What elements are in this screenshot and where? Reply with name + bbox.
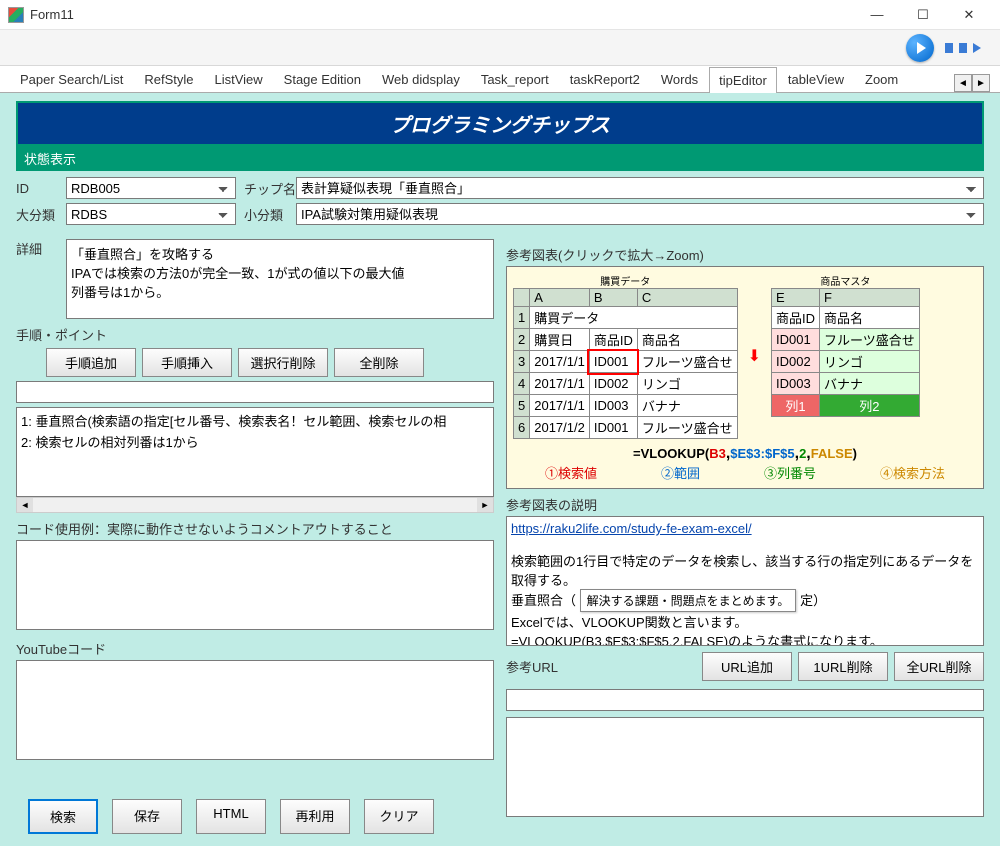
url-delall-button[interactable]: 全URL削除 <box>894 652 984 681</box>
save-button[interactable]: 保存 <box>112 799 182 834</box>
smallcat-label: 小分類 <box>236 205 296 224</box>
detail-textarea[interactable] <box>66 239 494 319</box>
url-del1-button[interactable]: 1URL削除 <box>798 652 888 681</box>
minimize-button[interactable]: — <box>854 0 900 30</box>
tab-scroll-right[interactable]: ► <box>972 74 990 92</box>
largecat-select[interactable]: RDBS <box>66 203 236 225</box>
tab-listview[interactable]: ListView <box>204 66 272 92</box>
scroll-left-icon[interactable]: ◄ <box>17 498 33 512</box>
main-panel: プログラミングチップス 状態表示 ID RDB005 チップ名 表計算疑似表現「… <box>0 93 1000 846</box>
smallcat-select[interactable]: IPA試験対策用疑似表現 <box>296 203 984 225</box>
procedure-label: 手順・ポイント <box>16 325 494 344</box>
url-input[interactable] <box>506 689 984 711</box>
media-toolbar <box>0 30 1000 66</box>
window-title: Form11 <box>30 7 854 22</box>
formula-legend: ①検索値 ②範囲 ③列番号 ④検索方法 <box>513 463 977 482</box>
tab-tableview[interactable]: tableView <box>778 66 854 92</box>
url-list[interactable] <box>506 717 984 817</box>
procedure-insert-button[interactable]: 手順挿入 <box>142 348 232 377</box>
window-titlebar: Form11 — ☐ ✕ <box>0 0 1000 30</box>
tab-tipeditor[interactable]: tipEditor <box>709 67 777 93</box>
id-select[interactable]: RDB005 <box>66 177 236 199</box>
chipname-label: チップ名 <box>236 179 296 198</box>
page-banner: プログラミングチップス <box>16 101 984 146</box>
tab-taskreport2[interactable]: taskReport2 <box>560 66 650 92</box>
play-icon[interactable] <box>906 34 934 62</box>
arrow-icon: ⬇ <box>748 346 761 366</box>
procedure-delrow-button[interactable]: 選択行削除 <box>238 348 328 377</box>
pause-icon[interactable] <box>945 43 953 53</box>
youtube-textarea[interactable] <box>16 660 494 760</box>
procedure-list[interactable]: 1: 垂直照合(検索語の指定[セル番号、検索表名！セル範囲、検索セルの相 2: … <box>16 407 494 497</box>
tab-scroll-left[interactable]: ◄ <box>954 74 972 92</box>
tab-words[interactable]: Words <box>651 66 708 92</box>
codeexample-label: コード使用例：実際に動作させないようコメントアウトすること <box>16 519 494 538</box>
id-label: ID <box>16 181 66 196</box>
refdesc-label: 参考図表の説明 <box>506 495 984 514</box>
codeexample-textarea[interactable] <box>16 540 494 630</box>
ref-left-table: ABC 1購買データ 2購買日商品ID商品名 32017/1/1ID001フルー… <box>513 288 738 439</box>
refimage-label: 参考図表(クリックで拡大→Zoom) <box>506 245 984 264</box>
scroll-right-icon[interactable]: ► <box>477 498 493 512</box>
ref-left-title: 購買データ <box>513 273 738 288</box>
url-add-button[interactable]: URL追加 <box>702 652 792 681</box>
search-button[interactable]: 検索 <box>28 799 98 834</box>
ref-right-title: 商品マスタ <box>771 273 920 288</box>
procedure-add-button[interactable]: 手順追加 <box>46 348 136 377</box>
close-button[interactable]: ✕ <box>946 0 992 30</box>
tab-stage-edition[interactable]: Stage Edition <box>274 66 371 92</box>
refdesc-link[interactable]: https://raku2life.com/study-fe-exam-exce… <box>511 521 752 536</box>
tab-web-display[interactable]: Web didsplay <box>372 66 470 92</box>
status-bar: 状態表示 <box>16 146 984 171</box>
stop-icon[interactable] <box>959 43 967 53</box>
tab-refstyle[interactable]: RefStyle <box>134 66 203 92</box>
refdesc-text: 検索範囲の1行目で特定のデータを検索し、該当する行の指定列にあるデータを取得する… <box>511 554 973 588</box>
procedure-delall-button[interactable]: 全削除 <box>334 348 424 377</box>
largecat-label: 大分類 <box>16 205 66 224</box>
list-item[interactable]: 2: 検索セルの相対列番は1から <box>19 431 491 452</box>
chipname-select[interactable]: 表計算疑似表現「垂直照合」 <box>296 177 984 199</box>
clear-button[interactable]: クリア <box>364 799 434 834</box>
youtube-label: YouTubeコード <box>16 639 494 658</box>
tab-bar: Paper Search/List RefStyle ListView Stag… <box>0 66 1000 93</box>
bottom-button-bar: 検索 保存 HTML 再利用 クリア <box>28 799 434 834</box>
formula-text: =VLOOKUP(B3,$E$3:$F$5,2,FALSE) <box>513 445 977 463</box>
app-icon <box>8 7 24 23</box>
html-button[interactable]: HTML <box>196 799 266 834</box>
tab-zoom[interactable]: Zoom <box>855 66 908 92</box>
reference-image[interactable]: 購買データ ABC 1購買データ 2購買日商品ID商品名 32017/1/1ID… <box>506 266 984 489</box>
list-item[interactable]: 1: 垂直照合(検索語の指定[セル番号、検索表名！セル範囲、検索セルの相 <box>19 410 491 431</box>
tab-paper-search[interactable]: Paper Search/List <box>10 66 133 92</box>
refurl-label: 参考URL <box>506 657 702 676</box>
procedure-input[interactable] <box>16 381 494 403</box>
tooltip: 解決する課題・問題点をまとめます。 <box>580 589 797 612</box>
detail-label: 詳細 <box>16 239 66 258</box>
refdesc-textarea[interactable]: https://raku2life.com/study-fe-exam-exce… <box>506 516 984 646</box>
next-icon[interactable] <box>973 43 981 53</box>
horizontal-scrollbar[interactable]: ◄ ► <box>16 497 494 513</box>
tab-task-report[interactable]: Task_report <box>471 66 559 92</box>
maximize-button[interactable]: ☐ <box>900 0 946 30</box>
ref-right-table: EF 商品ID商品名 ID001フルーツ盛合せ ID002リンゴ ID003バナ… <box>771 288 920 417</box>
reuse-button[interactable]: 再利用 <box>280 799 350 834</box>
